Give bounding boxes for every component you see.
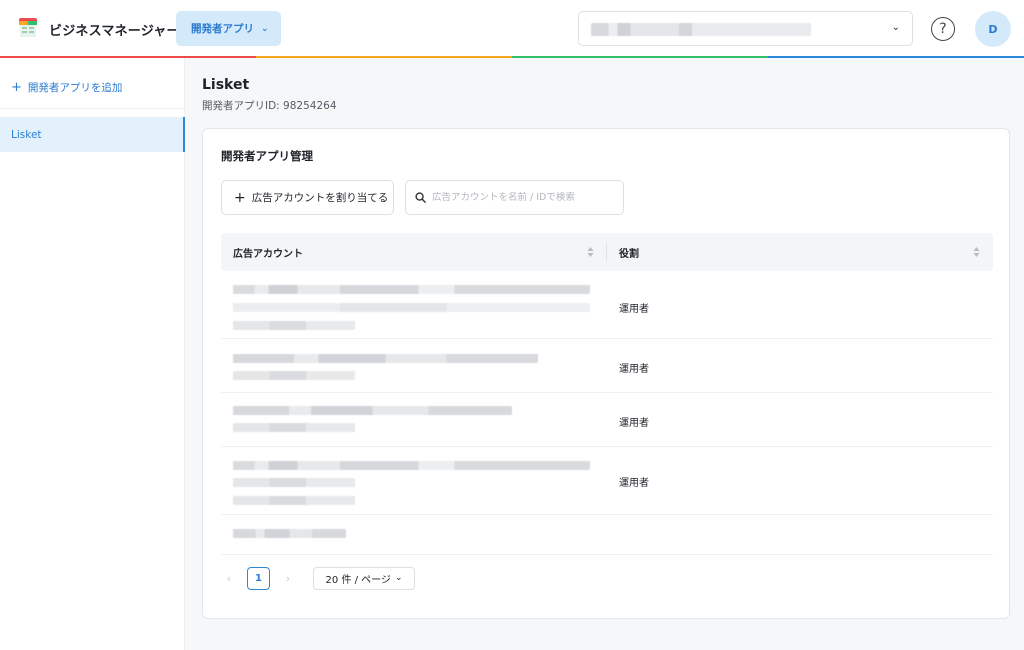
developer-app-management-card: 開発者アプリ管理 + 広告アカウントを割り当てる 広告アカウント 役割: [202, 128, 1010, 619]
sort-icon[interactable]: [973, 246, 980, 258]
table-row[interactable]: 運用者: [221, 447, 993, 515]
chevron-down-icon: ⌄: [261, 23, 269, 34]
table-row[interactable]: 運用者: [221, 271, 993, 339]
plus-icon: +: [234, 189, 246, 206]
developer-app-switcher[interactable]: 開発者アプリ ⌄: [176, 11, 281, 46]
page-number-current[interactable]: 1: [247, 566, 270, 590]
ad-account-name: [233, 529, 346, 538]
search-input[interactable]: [432, 192, 617, 203]
table-row[interactable]: [221, 515, 993, 555]
sort-icon[interactable]: [587, 246, 594, 258]
page-title: Lisket: [202, 77, 250, 93]
sidebar: + 開発者アプリを追加 Lisket: [0, 58, 185, 650]
ad-account-name: [233, 285, 590, 294]
app-logo-icon: [19, 18, 37, 37]
brand-name: ビジネスマネージャー: [49, 24, 180, 39]
developer-app-id: 開発者アプリID: 98254264: [202, 100, 337, 112]
ad-account-name: [233, 478, 355, 487]
assign-ad-account-button[interactable]: + 広告アカウントを割り当てる: [221, 180, 394, 215]
account-select[interactable]: ⌄: [578, 11, 913, 46]
search-icon: [415, 192, 426, 203]
help-icon[interactable]: ?: [931, 17, 955, 41]
app-switcher-label: 開発者アプリ: [191, 23, 254, 35]
next-page-icon[interactable]: ›: [280, 572, 296, 585]
search-field[interactable]: [405, 180, 624, 215]
ad-account-id: [233, 371, 355, 380]
top-header: ビジネスマネージャー 開発者アプリ ⌄ ⌄ ? D: [0, 0, 1024, 58]
plus-icon: +: [11, 79, 22, 95]
sidebar-divider: [0, 108, 185, 109]
pagination: ‹ 1 › 20 件 / ページ ⌄: [221, 566, 415, 590]
chevron-down-icon: ⌄: [394, 573, 403, 583]
column-header-ad-account[interactable]: 広告アカウント: [233, 233, 603, 271]
add-developer-app-button[interactable]: + 開発者アプリを追加: [11, 80, 122, 95]
account-select-value: [591, 23, 811, 36]
table-row[interactable]: 運用者: [221, 339, 993, 393]
page-size-select[interactable]: 20 件 / ページ ⌄: [313, 566, 415, 590]
add-app-label: 開発者アプリを追加: [27, 82, 123, 94]
role-label: 運用者: [619, 478, 649, 489]
role-label: 運用者: [619, 418, 649, 429]
ad-account-id: [233, 496, 355, 505]
ad-account-name: [233, 354, 538, 363]
column-header-role[interactable]: 役割: [619, 233, 989, 271]
table-row[interactable]: 運用者: [221, 393, 993, 447]
sidebar-item-lisket[interactable]: Lisket: [0, 117, 185, 152]
card-title: 開発者アプリ管理: [221, 149, 313, 163]
ad-account-id: [233, 321, 355, 330]
ad-account-table: 広告アカウント 役割 運用者 運用者 運用者 運用者: [221, 233, 993, 555]
prev-page-icon[interactable]: ‹: [221, 572, 237, 585]
ad-account-id: [233, 423, 355, 432]
avatar[interactable]: D: [975, 11, 1011, 47]
assign-button-label: 広告アカウントを割り当てる: [251, 192, 389, 204]
page-size-label: 20 件 / ページ: [325, 574, 391, 586]
ad-account-name: [233, 406, 512, 415]
table-header: 広告アカウント 役割: [221, 233, 993, 271]
ad-account-name: [233, 303, 590, 312]
chevron-down-icon: ⌄: [891, 22, 900, 33]
column-divider: [606, 243, 607, 261]
role-label: 運用者: [619, 304, 649, 315]
role-label: 運用者: [619, 364, 649, 375]
ad-account-name: [233, 461, 590, 470]
